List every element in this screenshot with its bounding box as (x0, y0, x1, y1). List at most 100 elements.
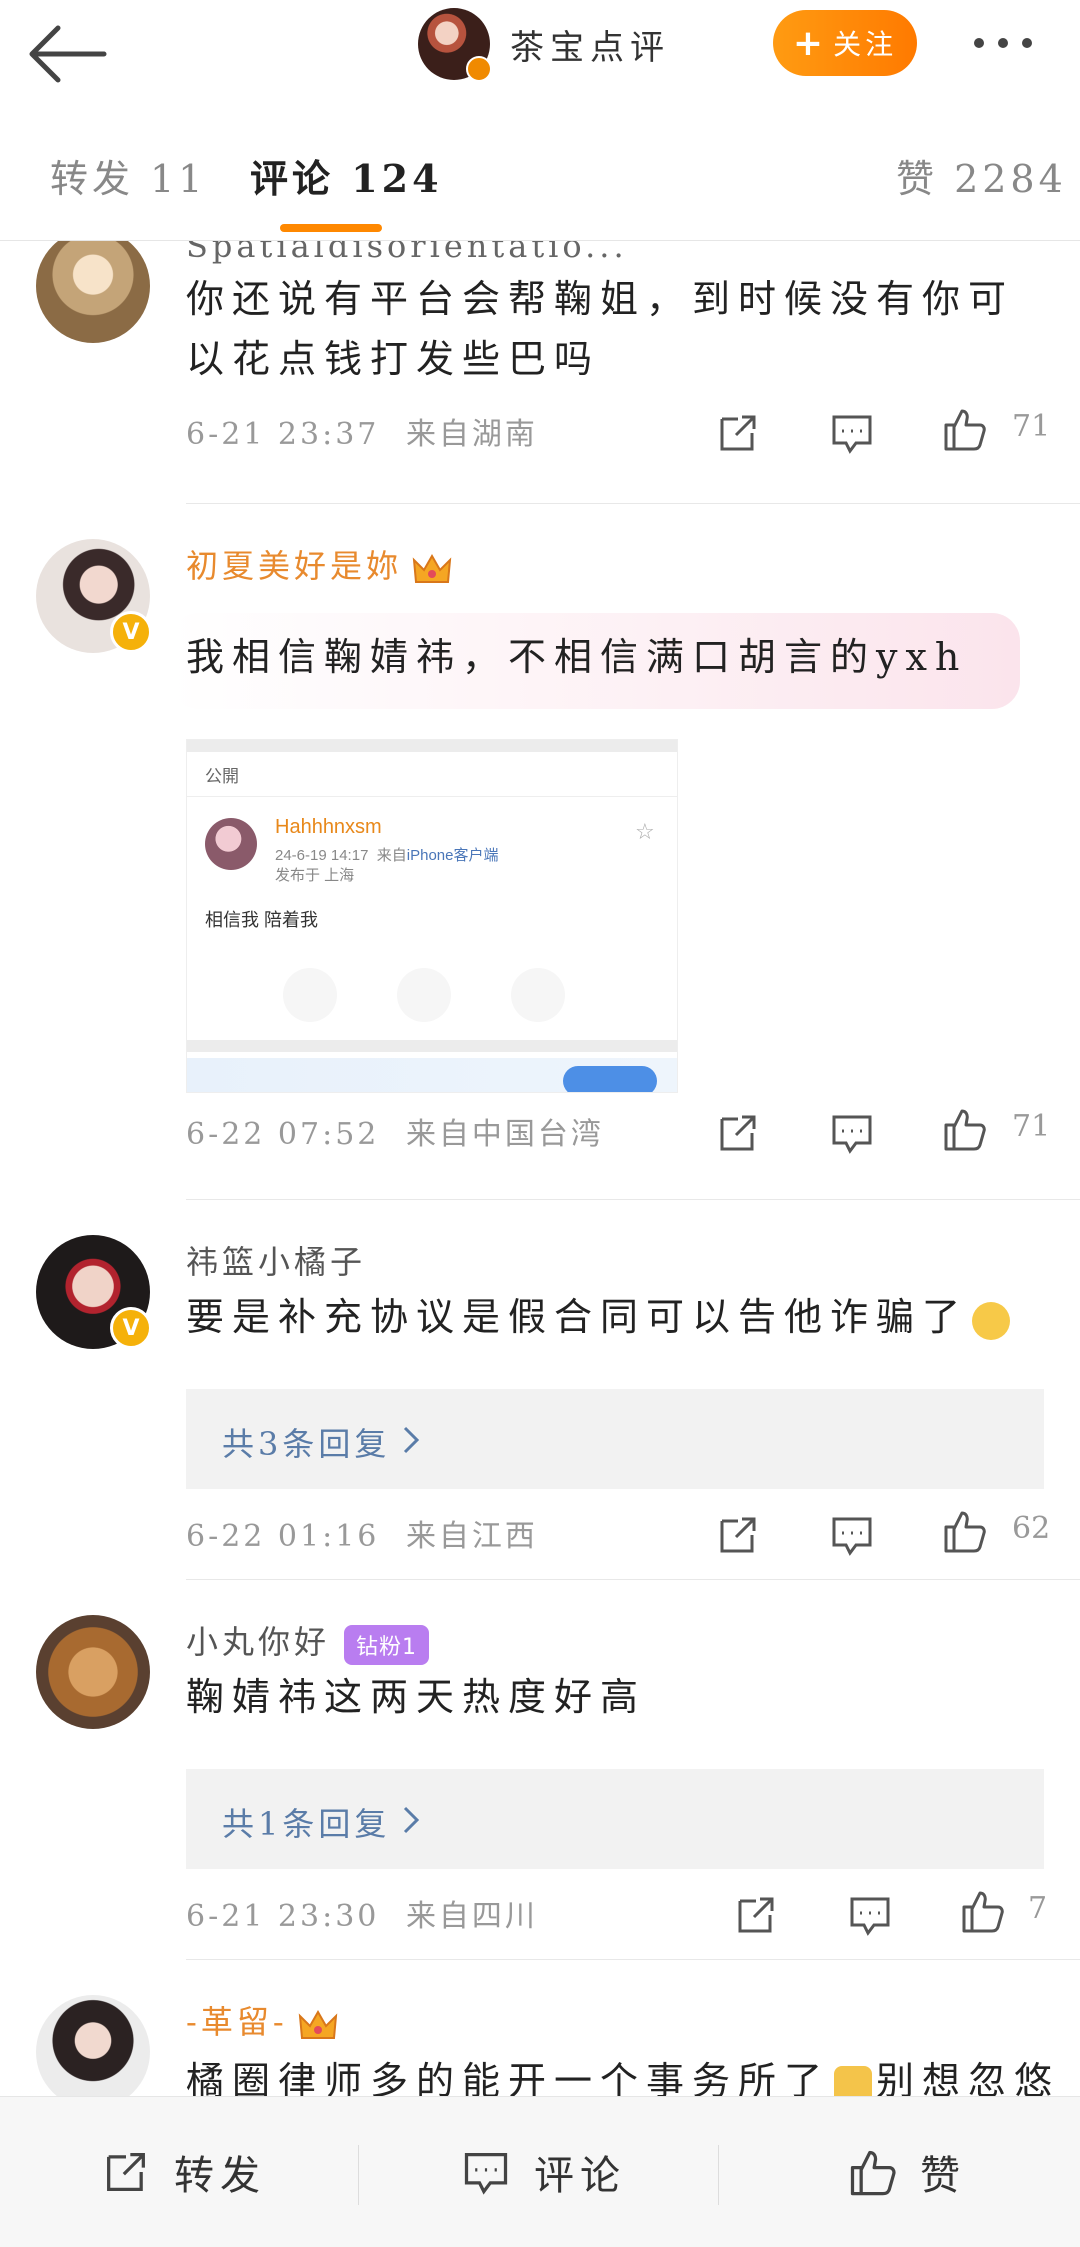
tab-likes[interactable]: 赞 2284 (896, 148, 1067, 203)
comment-username[interactable]: 祎篮小橘子 (186, 1237, 366, 1283)
view-replies-button[interactable]: 共1条回复 (186, 1769, 1044, 1869)
wechat-icon (283, 968, 337, 1022)
embedded-published: 发布于 上海 (275, 867, 355, 884)
replies-count-label: 共1条回复 (222, 1805, 391, 1843)
top-bar: 茶宝点评 + 关注 (0, 0, 1080, 109)
follow-label: 关注 (833, 28, 898, 61)
crown-icon (298, 2009, 337, 2039)
tab-reposts[interactable]: 转发 11 (50, 148, 206, 203)
comment-time: 6-22 07:52 (186, 1117, 380, 1152)
share-icon[interactable] (732, 1891, 780, 1939)
thumbs-up-icon[interactable] (940, 1105, 988, 1153)
comment-text: 鞠婧祎这两天热度好高 (186, 1675, 647, 1719)
embedded-via: iPhone客户端 (406, 847, 499, 864)
tab-comments[interactable]: 评论 124 (250, 148, 443, 203)
chevron-right-icon (403, 1426, 420, 1454)
like-count: 62 (1012, 1511, 1051, 1546)
comment-username[interactable]: 初夏美好是妳 (186, 541, 452, 587)
like-count: 7 (1028, 1891, 1048, 1926)
fist-emoji-icon (834, 2065, 873, 2096)
comment-meta: 6-22 07:52 来自中国台湾 (186, 1109, 604, 1153)
comment-meta: 6-22 01:16 来自江西 (186, 1511, 538, 1555)
comment-button[interactable]: 评论 (460, 2097, 626, 2247)
plus-icon: + (792, 22, 828, 64)
comment-list: Spatialdisorientatio... 你还说有平台会帮鞠姐，到时候没有… (0, 241, 1080, 2096)
visibility-label: 公開 (205, 767, 239, 786)
avatar[interactable] (36, 1995, 150, 2096)
comment-text: 你还说有平台会帮鞠姐，到时候没有你可以花点钱打发些巴吗 (186, 277, 1015, 381)
comment-image[interactable]: 公開 Hahhhnxsm 24-6-19 14:17 来自iPhone客户端 发… (186, 739, 678, 1093)
avatar[interactable] (36, 241, 150, 343)
avatar[interactable]: V (36, 539, 152, 653)
avatar[interactable] (36, 1615, 150, 1729)
repost-label: 转发 (174, 2153, 266, 2199)
divider (718, 2145, 719, 2205)
chevron-right-icon (403, 1806, 420, 1834)
username-text: -革留- (186, 2003, 288, 2041)
account-avatar[interactable] (418, 8, 492, 82)
comment-label: 评论 (534, 2153, 626, 2199)
view-replies-button[interactable]: 共3条回复 (186, 1389, 1044, 1489)
username-text: 初夏美好是妳 (186, 547, 403, 585)
comment-username[interactable]: -革留- (186, 1997, 338, 2043)
embedded-date-text: 24-6-19 14:17 (275, 847, 369, 864)
like-count: 71 (1012, 1109, 1051, 1144)
comment-time: 6-22 01:16 (186, 1519, 380, 1554)
bottom-action-bar: 转发 评论 赞 (0, 2096, 1080, 2247)
comment-icon (464, 2153, 508, 2195)
embedded-banner (187, 1058, 677, 1092)
embedded-body: 相信我 陪着我 (205, 910, 319, 930)
active-tab-indicator (280, 224, 382, 232)
account-name[interactable]: 茶宝点评 (510, 20, 670, 69)
follow-button[interactable]: + 关注 (773, 10, 917, 76)
like-button[interactable]: 赞 (846, 2097, 966, 2247)
comment-location: 来自四川 (405, 1899, 538, 1934)
thumbs-up-icon[interactable] (940, 405, 988, 453)
share-icon (107, 2153, 145, 2191)
crown-icon (412, 553, 452, 583)
save-image-icon (511, 968, 565, 1022)
avatar[interactable]: V (36, 1235, 152, 1349)
thumbs-up-icon (850, 2150, 896, 2196)
comment-location: 来自江西 (405, 1519, 538, 1554)
reply-icon[interactable] (828, 1511, 876, 1559)
star-icon: ☆ (635, 820, 655, 845)
comment-username[interactable]: Spatialdisorientatio... (186, 241, 628, 265)
reply-icon[interactable] (828, 409, 876, 457)
back-arrow-icon[interactable] (24, 10, 114, 100)
embedded-via-prefix: 来自 (376, 847, 407, 864)
like-label: 赞 (920, 2153, 966, 2199)
comment-location: 来自湖南 (405, 417, 538, 452)
comment-time: 6-21 23:37 (186, 417, 380, 452)
share-icon[interactable] (714, 409, 762, 457)
comment-item: V 初夏美好是妳 我相信鞠婧祎，不相信满口胡言的yxh 公開 Hahhhnxsm… (0, 503, 1080, 1199)
comment-meta: 6-21 23:37 来自湖南 (186, 409, 538, 453)
embedded-avatar (205, 818, 257, 870)
comment-item: -革留- 橘圈律师多的能开一个事务所了 别想忽悠 (0, 1959, 1080, 2096)
thumbs-up-icon[interactable] (940, 1507, 988, 1555)
comment-meta: 6-21 23:30 来自四川 (186, 1891, 538, 1935)
more-options-icon[interactable] (974, 28, 1054, 58)
fan-badge: 钻粉1 (344, 1624, 430, 1665)
comment-item: V 祎篮小橘子 要是补充协议是假合同可以告他诈骗了 共3条回复 6-22 01:… (0, 1199, 1080, 1579)
verified-badge-icon: V (110, 611, 152, 653)
reply-icon[interactable] (846, 1891, 894, 1939)
comment-text: 要是补充协议是假合同可以告他诈骗了 (186, 1287, 1046, 1347)
comment-text-content: 要是补充协议是假合同可以告他诈骗了 (186, 1295, 969, 1339)
comment-location: 来自中国台湾 (405, 1117, 604, 1152)
share-icon[interactable] (714, 1511, 762, 1559)
comment-text: 橘圈律师多的能开一个事务所了 别想忽悠 (186, 2051, 1066, 2096)
thumbs-up-icon[interactable] (958, 1887, 1006, 1935)
comment-username[interactable]: 小丸你好 钻粉1 (186, 1617, 430, 1665)
comment-item: 小丸你好 钻粉1 鞠婧祎这两天热度好高 共1条回复 6-21 23:30 来自四川… (0, 1579, 1080, 1959)
repost-button[interactable]: 转发 (100, 2097, 266, 2247)
reply-icon[interactable] (828, 1109, 876, 1157)
smile-emoji-icon (972, 1301, 1011, 1340)
divider (358, 2145, 359, 2205)
replies-count-label: 共3条回复 (222, 1425, 391, 1463)
embedded-username: Hahhhnxsm (275, 816, 382, 838)
share-icon[interactable] (714, 1109, 762, 1157)
username-text: 小丸你好 (186, 1623, 331, 1661)
comment-text-content: 橘圈律师多的能开一个事务所了 (186, 2059, 831, 2096)
comment-text: 我相信鞠婧祎，不相信满口胡言的yxh (186, 635, 968, 679)
